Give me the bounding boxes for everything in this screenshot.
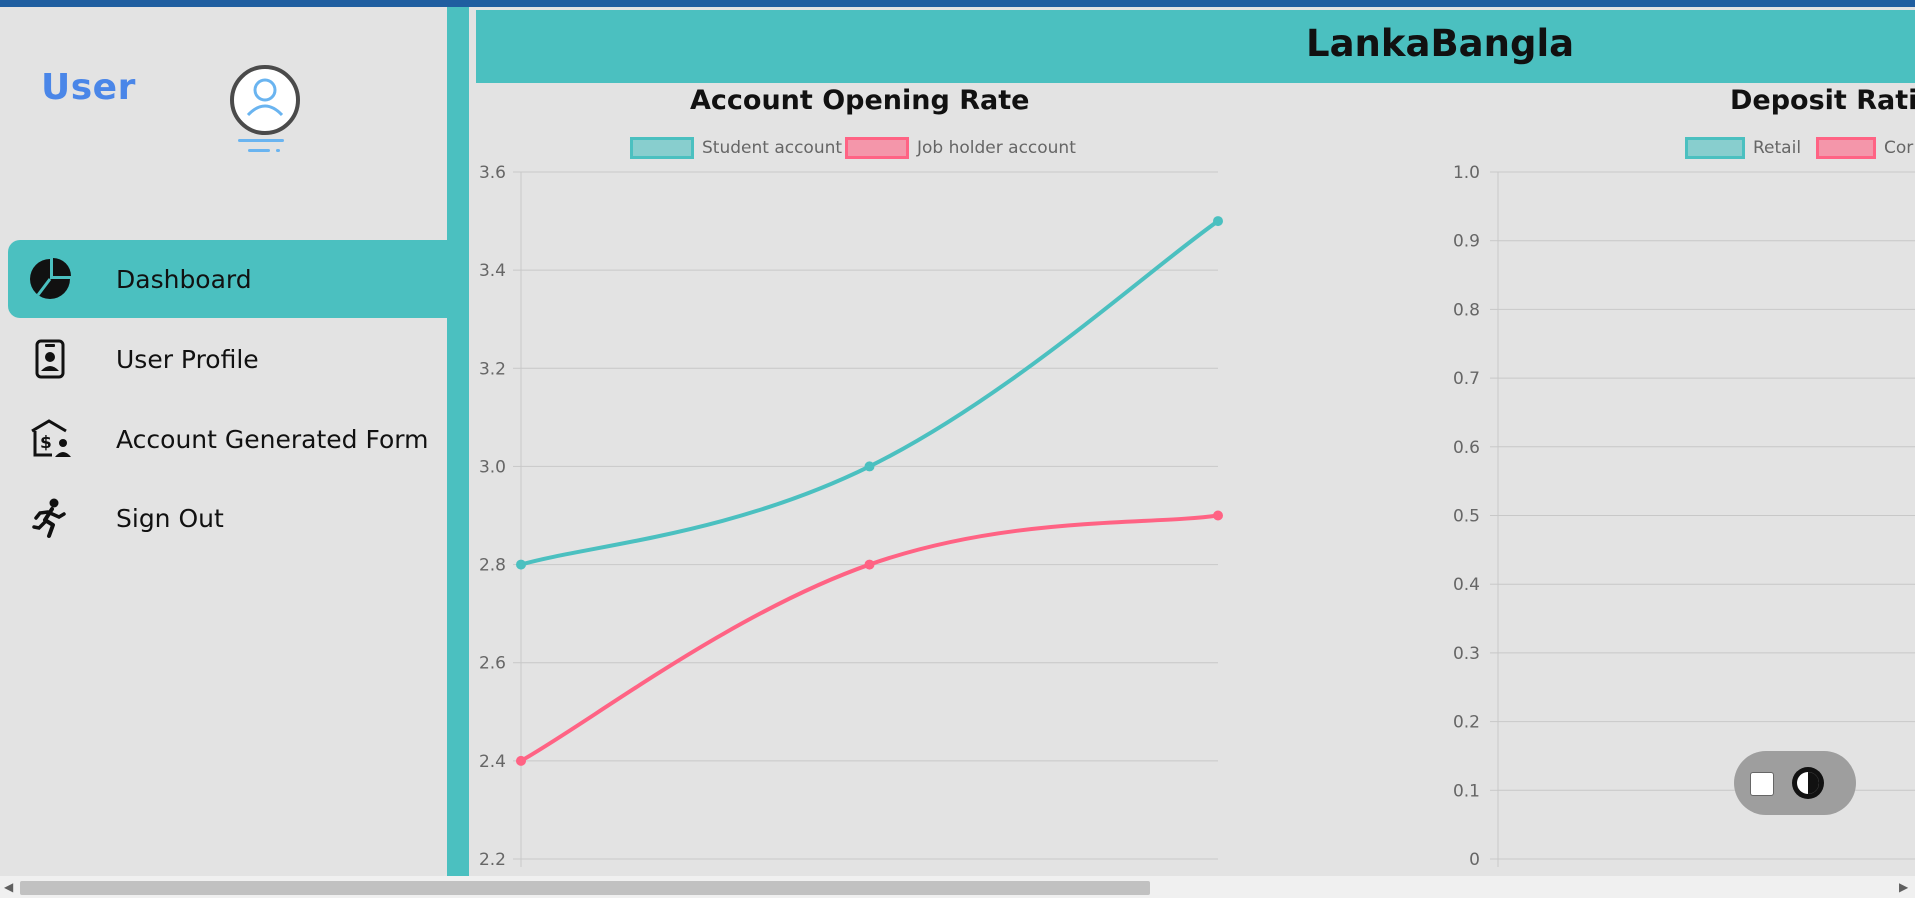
bank-user-icon: $ <box>26 415 74 463</box>
running-person-icon <box>26 494 74 542</box>
legend-item-corporate[interactable]: Cor <box>1816 137 1915 159</box>
legend-swatch <box>1685 137 1745 159</box>
y-tick-label: 0.2 <box>1453 713 1480 733</box>
data-point[interactable] <box>864 559 875 570</box>
contrast-icon <box>1790 765 1826 801</box>
sidebar-item-dashboard[interactable]: Dashboard <box>8 240 447 318</box>
sidebar-item-label: Sign Out <box>116 503 224 533</box>
y-tick-label: 2.6 <box>479 654 506 674</box>
sidebar-divider-rail <box>447 7 469 876</box>
series-line <box>520 219 1220 567</box>
y-tick-label: 1.0 <box>1453 163 1480 183</box>
sidebar-item-account-generated-form[interactable]: $ Account Generated Form <box>8 400 447 478</box>
legend-label: Job holder account <box>917 138 1076 158</box>
scroll-right-icon[interactable]: ▶ <box>1899 880 1908 894</box>
sidebar-item-label: User Profile <box>116 344 259 374</box>
page-header: LankaBangla <box>476 10 1915 83</box>
y-tick-label: 0.7 <box>1453 369 1480 389</box>
y-tick-label: 0.1 <box>1453 781 1480 801</box>
sidebar-user-title: User <box>41 67 136 108</box>
y-tick-label: 0.9 <box>1453 232 1480 252</box>
sidebar-item-label: Dashboard <box>116 264 252 294</box>
id-badge-icon <box>26 335 74 383</box>
y-tick-label: 0.3 <box>1453 644 1480 664</box>
series-line <box>520 513 1219 763</box>
sidebar-item-sign-out[interactable]: Sign Out <box>8 479 447 557</box>
scroll-left-icon[interactable]: ◀ <box>4 880 13 894</box>
legend-item-retail[interactable]: Retail <box>1685 137 1801 159</box>
pie-chart-icon <box>26 255 74 303</box>
y-tick-label: 0.8 <box>1453 300 1480 320</box>
data-point[interactable] <box>516 559 526 570</box>
y-tick-label: 3.4 <box>479 261 506 281</box>
theme-toggle-checkbox[interactable] <box>1750 772 1774 796</box>
y-tick-label: 0.5 <box>1453 507 1480 527</box>
data-point[interactable] <box>864 461 875 472</box>
sidebar-item-label: Account Generated Form <box>116 424 429 454</box>
chart-title-deposit-ratio: Deposit Ratic <box>1730 85 1915 116</box>
page-title: LankaBangla <box>1306 22 1575 65</box>
svg-text:$: $ <box>40 433 52 453</box>
data-point[interactable] <box>1213 510 1223 521</box>
y-tick-label: 0 <box>1469 850 1480 870</box>
legend-label: Retail <box>1753 138 1802 158</box>
y-tick-label: 0.4 <box>1453 575 1480 595</box>
y-tick-label: 3.2 <box>479 359 506 379</box>
data-point[interactable] <box>1213 216 1223 227</box>
browser-top-bar <box>0 0 1915 7</box>
user-avatar-icon[interactable] <box>228 57 308 167</box>
legend-swatch <box>845 137 909 159</box>
legend-label: Cor <box>1884 138 1914 158</box>
legend-swatch <box>1816 137 1876 159</box>
legend-label: Student account <box>702 138 843 158</box>
line-chart-account-opening-rate: 3.6 3.4 3.2 3.0 2.8 2.6 2.4 2.2 <box>479 163 1223 870</box>
legend-item-student-account[interactable]: Student account <box>630 137 842 159</box>
horizontal-scrollbar[interactable]: ◀ ▶ <box>0 876 1915 898</box>
legend-swatch <box>630 137 694 159</box>
y-tick-label: 3.0 <box>479 457 506 477</box>
y-tick-label: 2.2 <box>479 850 506 870</box>
data-point[interactable] <box>516 755 526 766</box>
sidebar: User Dashboard User Profile $ Account Ge… <box>0 7 447 876</box>
scrollbar-thumb[interactable] <box>20 881 1150 895</box>
y-tick-label: 0.6 <box>1453 438 1480 458</box>
y-tick-label: 3.6 <box>479 163 506 183</box>
theme-toggle[interactable] <box>1734 751 1856 815</box>
y-tick-label: 2.4 <box>479 752 506 772</box>
legend-item-job-holder-account[interactable]: Job holder account <box>845 137 1076 159</box>
y-tick-label: 2.8 <box>479 556 506 576</box>
sidebar-item-user-profile[interactable]: User Profile <box>8 320 447 398</box>
chart-title-account-opening-rate: Account Opening Rate <box>690 85 1030 116</box>
